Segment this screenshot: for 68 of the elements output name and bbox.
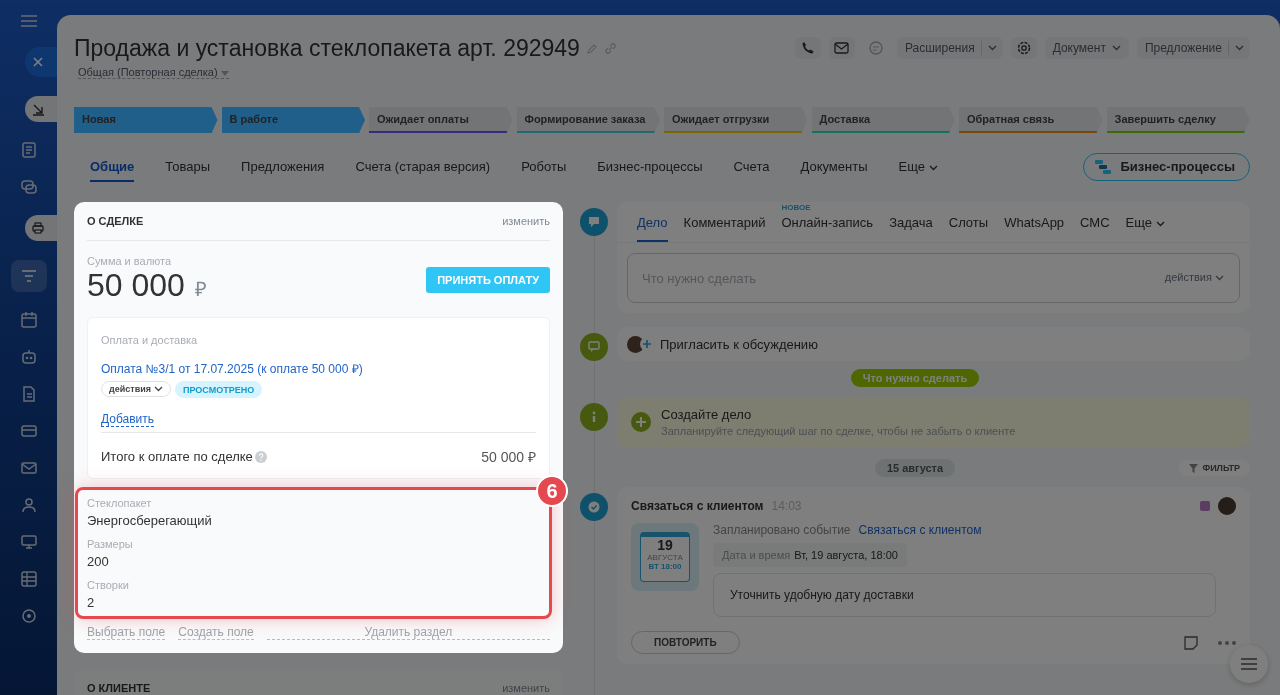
section-title: О СДЕЛКЕ bbox=[87, 215, 144, 227]
field-label: Створки bbox=[87, 579, 130, 591]
tab[interactable]: Роботы bbox=[521, 151, 567, 182]
actions-dropdown[interactable]: действия bbox=[1164, 271, 1224, 283]
accept-payment-button[interactable]: ПРИНЯТЬ ОПЛАТУ bbox=[426, 266, 550, 293]
field-link[interactable]: Создать поле bbox=[178, 625, 254, 640]
invite-button[interactable]: Пригласить к обсуждению bbox=[617, 327, 1250, 361]
stage-step[interactable]: Ожидает оплаты bbox=[369, 107, 513, 133]
tab[interactable]: Бизнес-процессы bbox=[597, 151, 703, 182]
deal-title: Продажа и установка стеклопакета арт. 292949 bbox=[74, 35, 580, 62]
more-tab[interactable]: Еще bbox=[1125, 202, 1165, 242]
tab[interactable]: Документы bbox=[800, 151, 868, 182]
datetime-value: Вт, 19 августа, 18:00 bbox=[794, 549, 898, 561]
field-value: 200 bbox=[87, 554, 110, 569]
extensions-button[interactable]: Расширения bbox=[896, 37, 1003, 59]
add-link[interactable]: Добавить bbox=[101, 412, 155, 427]
section-title: О КЛИЕНТЕ bbox=[87, 682, 151, 694]
activity-title: Связаться с клиентом bbox=[631, 499, 764, 513]
calendar-day: 19 bbox=[657, 537, 673, 553]
stage-step[interactable]: В работе bbox=[221, 107, 365, 133]
create-task-title: Создайте дело bbox=[661, 407, 753, 422]
tab[interactable]: Счета (старая версия) bbox=[355, 151, 491, 182]
total-label: Итого к оплате по сделке bbox=[101, 449, 253, 464]
new-label: НОВОЕ bbox=[781, 203, 811, 212]
tab[interactable]: Счета bbox=[733, 151, 770, 182]
composer-tab[interactable]: СМС bbox=[1080, 202, 1110, 242]
date-badge: 15 августа bbox=[874, 459, 956, 477]
stage-step[interactable]: Новая bbox=[74, 107, 218, 133]
tab[interactable]: Общие bbox=[90, 151, 135, 182]
field-label: Размеры bbox=[87, 538, 134, 550]
composer-tab[interactable]: Комментарий bbox=[683, 202, 766, 242]
proposal-button[interactable]: Предложение bbox=[1136, 37, 1250, 59]
calendar-weekday: ВТ 18:00 bbox=[648, 562, 682, 571]
field-label: Стеклопакет bbox=[87, 497, 153, 509]
event-link[interactable]: Связаться с клиентом bbox=[858, 523, 982, 537]
amount-value: 50 000 bbox=[87, 267, 185, 304]
stage-step[interactable]: Обратная связь bbox=[959, 107, 1103, 133]
payment-link[interactable]: Оплата №3/1 от 17.07.2025 (к оплате 50 000 ₽) bbox=[101, 360, 363, 377]
composer-tab[interactable]: Дело bbox=[637, 202, 668, 242]
field-value: 2 bbox=[87, 595, 96, 610]
note-text: Уточнить удобную дату доставки bbox=[713, 573, 1216, 617]
stage-step[interactable]: Формирование заказа bbox=[516, 107, 660, 133]
composer-tab[interactable]: WhatsApp bbox=[1004, 202, 1065, 242]
composer-tab[interactable]: Задача bbox=[889, 202, 933, 242]
tab[interactable]: Товары bbox=[165, 151, 211, 182]
delete-section-link[interactable]: Удалить раздел bbox=[266, 625, 550, 640]
currency-sign: ₽ bbox=[194, 277, 207, 302]
more-tab[interactable]: Еще bbox=[898, 151, 938, 182]
panel-title: Оплата и доставка bbox=[101, 334, 199, 346]
invite-label: Пригласить к обсуждению bbox=[660, 336, 818, 352]
field-link[interactable]: Выбрать поле bbox=[87, 625, 166, 640]
status-badge: ПРОСМОТРЕНО bbox=[175, 381, 263, 398]
edit-link[interactable]: изменить bbox=[502, 215, 550, 227]
edit-link[interactable]: изменить bbox=[502, 682, 550, 694]
event-label: Запланировано событие bbox=[713, 523, 851, 537]
stage-step[interactable]: Доставка bbox=[811, 107, 955, 133]
tab[interactable]: Предложения bbox=[241, 151, 325, 182]
stage-step[interactable]: Ожидает отгрузки bbox=[664, 107, 808, 133]
section-badge: Что нужно сделать bbox=[850, 369, 980, 387]
category-dropdown[interactable]: Общая (Повторная сделка) bbox=[78, 66, 229, 79]
field-value: Энергосберегающий bbox=[87, 513, 213, 528]
composer-tab[interactable]: Слоты bbox=[948, 202, 989, 242]
document-dropdown[interactable]: Документ bbox=[1044, 37, 1129, 59]
stage-step[interactable]: Завершить сделку bbox=[1106, 107, 1250, 133]
filter-button[interactable]: ФИЛЬТР bbox=[1179, 460, 1250, 476]
total-value: 50 000 ₽ bbox=[481, 448, 536, 466]
field-label: Сумма и валюта bbox=[87, 255, 173, 267]
step-badge: 6 bbox=[536, 475, 568, 507]
